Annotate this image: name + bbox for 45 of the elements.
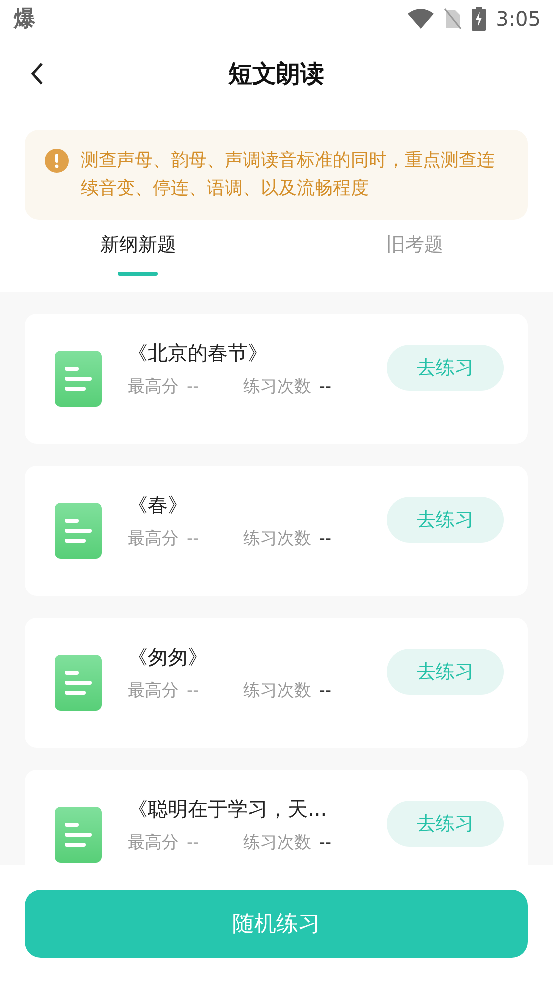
- article-card[interactable]: 《匆匆》 最高分 -- 练习次数 -- 去练习: [25, 618, 528, 748]
- best-score-value: --: [187, 832, 200, 852]
- best-score-value: --: [187, 376, 200, 396]
- practice-count-label: 练习次数: [243, 376, 312, 398]
- practice-count-value: --: [319, 832, 332, 852]
- article-title: 《聪明在于学习，天...: [128, 796, 328, 823]
- document-icon: [55, 503, 102, 559]
- practice-count-value: --: [319, 376, 332, 396]
- article-card[interactable]: 《聪明在于学习，天... 最高分 -- 练习次数 -- 去练习: [25, 770, 528, 865]
- notification-icon: 爆: [14, 4, 36, 34]
- tab[interactable]: 新纲新题: [0, 232, 276, 292]
- battery-icon: [472, 7, 486, 31]
- tab-indicator: [118, 272, 158, 276]
- article-title: 《匆匆》: [128, 644, 209, 671]
- practice-count-label: 练习次数: [243, 680, 312, 702]
- article-card[interactable]: 《春》 最高分 -- 练习次数 -- 去练习: [25, 466, 528, 596]
- tab[interactable]: 旧考题: [276, 232, 553, 292]
- notice-text: 测查声母、韵母、声调读音标准的同时，重点测查连续音变、停连、语调、以及流畅程度: [81, 149, 496, 201]
- random-practice-button[interactable]: 随机练习: [25, 890, 528, 958]
- best-score-value: --: [187, 528, 200, 548]
- back-icon[interactable]: [30, 62, 44, 86]
- page-title: 短文朗读: [228, 59, 324, 90]
- wifi-icon: [408, 9, 434, 29]
- warning-icon: [45, 149, 69, 173]
- practice-button[interactable]: 去练习: [387, 345, 504, 391]
- practice-count-value: --: [319, 528, 332, 548]
- practice-count-label: 练习次数: [243, 832, 312, 854]
- practice-button[interactable]: 去练习: [387, 497, 504, 543]
- practice-count-label: 练习次数: [243, 528, 312, 550]
- best-score-value: --: [187, 680, 200, 700]
- document-icon: [55, 351, 102, 407]
- no-sim-icon: [444, 8, 462, 30]
- practice-button[interactable]: 去练习: [387, 649, 504, 695]
- practice-button[interactable]: 去练习: [387, 801, 504, 847]
- best-score-label: 最高分: [128, 528, 179, 550]
- article-title: 《春》: [128, 492, 189, 519]
- document-icon: [55, 807, 102, 863]
- best-score-label: 最高分: [128, 680, 179, 702]
- practice-count-value: --: [319, 680, 332, 700]
- clock-time: 3:05: [496, 7, 541, 31]
- best-score-label: 最高分: [128, 832, 179, 854]
- document-icon: [55, 655, 102, 711]
- article-card[interactable]: 《北京的春节》 最高分 -- 练习次数 -- 去练习: [25, 314, 528, 444]
- article-title: 《北京的春节》: [128, 340, 269, 367]
- best-score-label: 最高分: [128, 376, 179, 398]
